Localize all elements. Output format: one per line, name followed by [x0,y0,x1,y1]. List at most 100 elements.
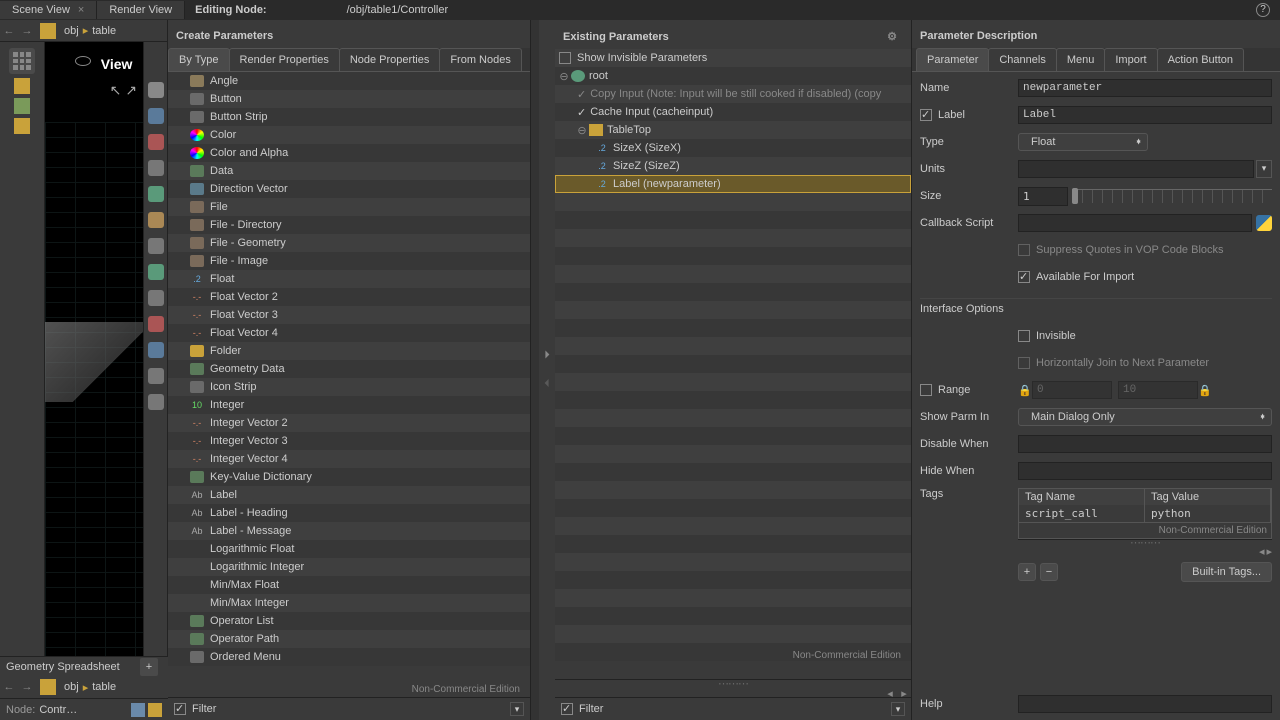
size-slider[interactable] [1072,189,1272,203]
param-type-row[interactable]: File - Geometry [168,234,530,252]
invisible-checkbox[interactable] [1018,330,1030,342]
param-type-row[interactable]: Min/Max Float [168,576,530,594]
param-type-row[interactable]: File - Directory [168,216,530,234]
disable-field[interactable] [1018,435,1272,453]
tool-icon[interactable] [14,78,30,94]
filter-dropdown[interactable]: ▾ [510,702,524,716]
tab-import[interactable]: Import [1104,48,1157,71]
param-type-row[interactable]: -.-Float Vector 2 [168,288,530,306]
tab-channels[interactable]: Channels [988,48,1056,71]
param-type-row[interactable]: Icon Strip [168,378,530,396]
crumb-table[interactable]: table [88,25,120,37]
nav-fwd-icon[interactable]: → [18,25,36,37]
collapse-icon[interactable]: ⊖ [577,124,587,137]
tool-icon[interactable] [14,98,30,114]
folder-icon[interactable] [40,23,56,39]
tab-node-props[interactable]: Node Properties [339,48,441,71]
tab-geometry-spreadsheet[interactable]: Geometry Spreadsheet [6,661,120,673]
param-type-row[interactable]: -.-Integer Vector 2 [168,414,530,432]
param-type-row[interactable]: Angle [168,72,530,90]
lock-icon[interactable]: 🔒 [1198,384,1212,397]
nav-back-icon[interactable]: ← [0,681,18,693]
callback-field[interactable] [1018,214,1252,232]
param-type-row[interactable]: Logarithmic Integer [168,558,530,576]
tool-icon[interactable] [148,368,164,384]
nav-back-icon[interactable]: ← [0,25,18,37]
param-type-row[interactable]: -.-Integer Vector 4 [168,450,530,468]
param-type-row[interactable]: AbLabel - Heading [168,504,530,522]
tag-value-cell[interactable]: python [1145,505,1271,522]
avail-import-checkbox[interactable] [1018,271,1030,283]
node-icon[interactable] [148,703,162,717]
lock-icon[interactable]: 🔒 [1018,384,1032,397]
range-hi-field[interactable] [1118,381,1198,399]
tree-copy-input[interactable]: Copy Input (Note: Input will be still co… [590,88,881,100]
nav-fwd-icon[interactable]: → [18,681,36,693]
handle-icon[interactable]: ↗ [125,82,137,99]
crumb-table[interactable]: table [88,681,120,693]
param-type-row[interactable]: -.-Integer Vector 3 [168,432,530,450]
units-field[interactable] [1018,160,1254,178]
tool-icon[interactable] [148,394,164,410]
tree-cache-input[interactable]: Cache Input (cacheinput) [590,106,713,118]
tool-icon[interactable] [148,264,164,280]
python-icon[interactable] [1256,215,1272,231]
tab-by-type[interactable]: By Type [168,48,230,71]
param-type-row[interactable]: Key-Value Dictionary [168,468,530,486]
label-field[interactable] [1018,106,1272,124]
tag-name-cell[interactable]: script_call [1019,505,1145,522]
filter-dropdown[interactable]: ▾ [891,702,905,716]
select-icon[interactable] [148,82,164,98]
handle-icon[interactable]: ↖ [110,82,122,99]
param-type-row[interactable]: Operator Path [168,630,530,648]
node-icon[interactable] [131,703,145,717]
tool-icon[interactable] [14,118,30,134]
range-lo-field[interactable] [1032,381,1112,399]
crumb-obj[interactable]: obj [60,681,83,693]
tree-root[interactable]: root [589,70,608,82]
help-icon[interactable]: ? [1256,3,1270,17]
tab-from-nodes[interactable]: From Nodes [439,48,522,71]
param-type-row[interactable]: File [168,198,530,216]
tree-tabletop[interactable]: TableTop [607,124,651,136]
tool-icon[interactable] [148,134,164,150]
param-type-row[interactable]: AbLabel [168,486,530,504]
suppress-checkbox[interactable] [1018,244,1030,256]
viewport-3d[interactable]: ↖↗ View y [45,42,144,720]
param-type-row[interactable]: Min/Max Integer [168,594,530,612]
move-right-icon[interactable]: ⏵ [539,349,555,362]
param-type-row[interactable]: -.-Float Vector 4 [168,324,530,342]
add-tab-button[interactable]: + [140,658,158,676]
tool-icon[interactable] [148,316,164,332]
param-type-row[interactable]: Geometry Data [168,360,530,378]
showin-select[interactable]: Main Dialog Only [1018,408,1272,426]
tool-icon[interactable] [148,186,164,202]
filter-input[interactable] [579,703,891,715]
tab-action-button[interactable]: Action Button [1157,48,1244,71]
move-left-icon[interactable]: ⏴ [539,378,555,391]
param-type-row[interactable]: Button [168,90,530,108]
folder-icon[interactable] [40,679,56,695]
param-type-row[interactable]: Operator List [168,612,530,630]
tool-icon[interactable] [148,212,164,228]
show-invisible-checkbox[interactable] [559,52,571,64]
builtin-tags-button[interactable]: Built-in Tags... [1181,562,1272,582]
tool-icon[interactable] [148,290,164,306]
param-type-row[interactable]: Logarithmic Float [168,540,530,558]
add-tag-button[interactable]: + [1018,563,1036,581]
range-checkbox[interactable] [920,384,932,396]
hjoin-checkbox[interactable] [1018,357,1030,369]
remove-tag-button[interactable]: − [1040,563,1058,581]
tab-render-props[interactable]: Render Properties [229,48,340,71]
param-type-row[interactable]: Folder [168,342,530,360]
param-type-row[interactable]: Button Strip [168,108,530,126]
label-checkbox[interactable] [920,109,932,121]
tags-table[interactable]: Tag NameTag Value script_callpython Non-… [1018,488,1272,539]
help-field[interactable] [1018,695,1272,713]
param-type-row[interactable]: Color [168,126,530,144]
type-select[interactable]: Float [1018,133,1148,151]
filter-checkbox[interactable] [561,703,573,715]
tool-icon[interactable] [148,160,164,176]
hide-field[interactable] [1018,462,1272,480]
tool-icon[interactable] [148,238,164,254]
